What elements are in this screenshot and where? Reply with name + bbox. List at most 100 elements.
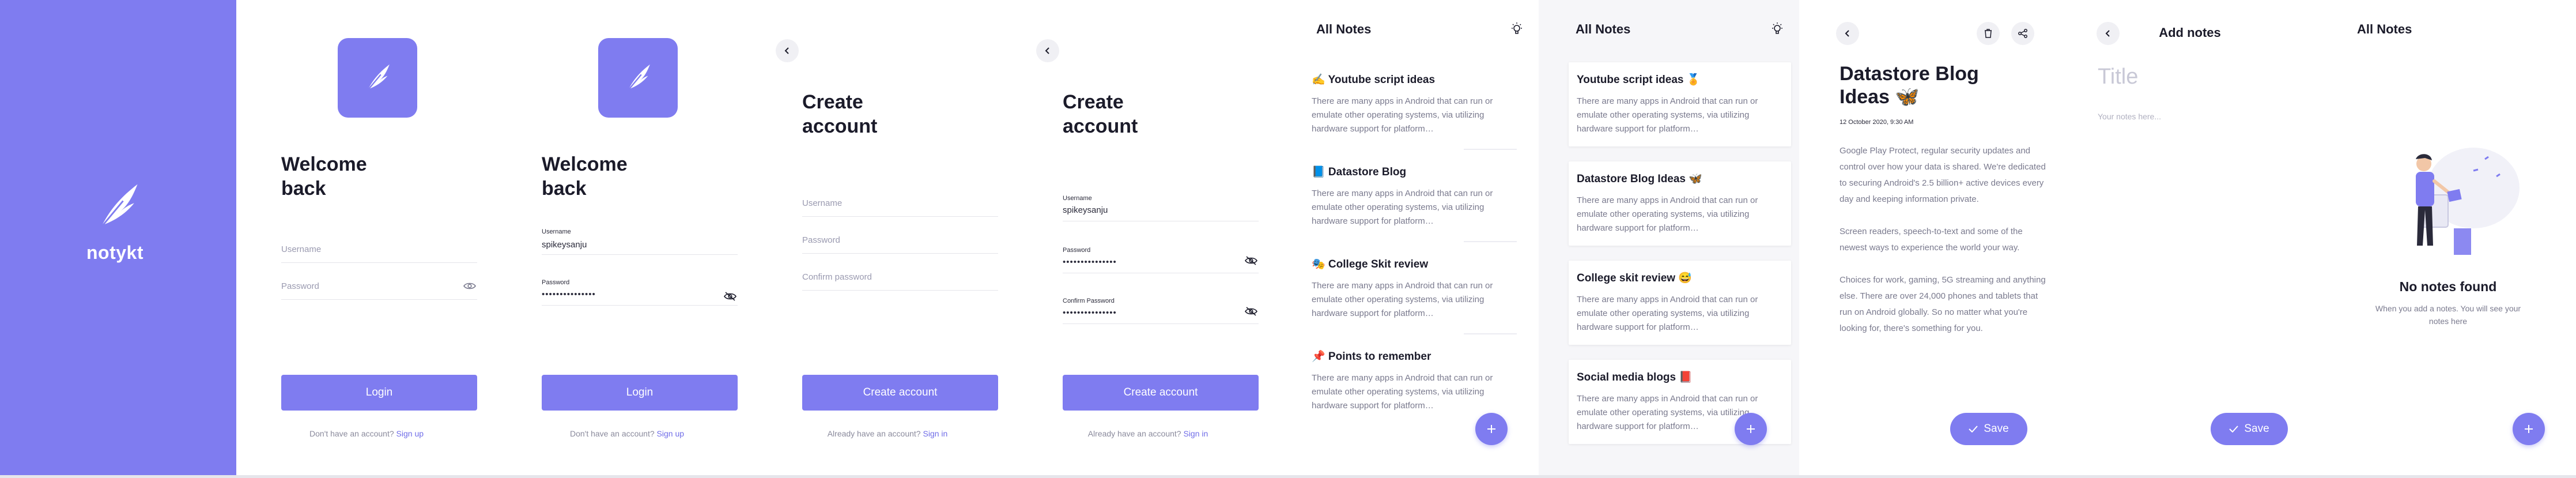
note-card[interactable]: 📌 Points to remember There are many apps… [1312, 349, 1519, 413]
confirm-password-field[interactable]: Confirm password [802, 271, 998, 291]
delete-button[interactable] [1977, 22, 2000, 45]
page-title: Welcome back [281, 153, 367, 200]
eye-off-icon[interactable] [723, 291, 738, 302]
add-note-button[interactable] [2513, 413, 2545, 445]
splash-screen: notykt [0, 0, 236, 475]
username-label: Username [542, 228, 571, 235]
note-title: Datastore Blog Ideas 🦋 [1577, 173, 1702, 185]
save-label: Save [1984, 423, 2009, 435]
note-title: Youtube script ideas 🏅 [1577, 74, 1701, 86]
signin-link[interactable]: Sign in [923, 429, 947, 438]
signin-prompt: Already have an account? Sign in [757, 429, 1018, 438]
signup-prompt: Don't have an account? Sign up [497, 429, 757, 438]
note-body: Google Play Protect, regular security up… [1840, 143, 2047, 353]
note-card[interactable]: Youtube script ideas 🏅 There are many ap… [1569, 62, 1791, 146]
eye-off-icon[interactable] [1244, 306, 1259, 317]
note-paragraph: Screen readers, speech-to-text and some … [1840, 227, 2023, 253]
signup-link[interactable]: Sign up [657, 429, 684, 438]
password-field[interactable]: Password [281, 279, 477, 300]
note-body-input[interactable]: Your notes here... [2098, 112, 2161, 121]
login-button[interactable]: Login [542, 375, 738, 411]
note-card[interactable]: College skit review 😅 There are many app… [1569, 261, 1791, 345]
app-logo [338, 38, 417, 118]
username-value: spikeysanju [1063, 205, 1108, 215]
back-button[interactable] [1836, 22, 1859, 45]
create-account-button[interactable]: Create account [802, 375, 998, 411]
note-title: Social media blogs 📕 [1577, 371, 1693, 383]
signin-prompt: Already have an account? Sign in [1018, 429, 1278, 438]
save-label: Save [2244, 423, 2269, 435]
back-button[interactable] [776, 39, 799, 62]
password-field[interactable]: Password [802, 234, 998, 254]
password-field[interactable]: Password ••••••••••••••• [1063, 247, 1259, 273]
bulb-icon[interactable] [1769, 21, 1785, 37]
username-value: spikeysanju [542, 240, 587, 250]
bulb-icon[interactable] [1509, 21, 1525, 37]
username-field[interactable]: Username spikeysanju [1063, 195, 1259, 221]
eye-icon[interactable] [462, 280, 477, 292]
note-body: There are many apps in Android that can … [1312, 373, 1493, 411]
save-button[interactable]: Save [2211, 413, 2288, 445]
signup-prompt: Don't have an account? Sign up [236, 429, 497, 438]
plus-icon [1487, 425, 1495, 433]
add-note-button[interactable] [1735, 413, 1767, 445]
create-account-button[interactable]: Create account [1063, 375, 1259, 411]
page-title: Add notes [2159, 25, 2221, 40]
note-title: College skit review 😅 [1577, 272, 1693, 284]
username-placeholder: Username [281, 244, 322, 254]
add-note-button[interactable] [1475, 413, 1508, 445]
signin-link[interactable]: Sign in [1183, 429, 1208, 438]
signup-prompt-text: Don't have an account? [309, 429, 394, 438]
username-field[interactable]: Username spikeysanju [542, 228, 738, 255]
note-title: 🎭 College Skit review [1312, 258, 1429, 270]
note-body: There are many apps in Android that can … [1312, 281, 1493, 318]
page-title: Create account [1063, 91, 1138, 137]
password-placeholder: Password [281, 281, 319, 291]
empty-notes-screen: All Notes No notes found When you add a … [2320, 0, 2576, 475]
username-label: Username [1063, 195, 1092, 202]
signup-link[interactable]: Sign up [396, 429, 424, 438]
note-body: There are many apps in Android that can … [1312, 96, 1493, 134]
back-button[interactable] [1036, 39, 1059, 62]
title-input[interactable]: Title [2098, 65, 2138, 89]
signup-screen: Create account Username Password Confirm… [757, 0, 1018, 475]
trash-icon [1985, 29, 1992, 38]
chevron-left-icon [1845, 30, 1849, 37]
username-field[interactable]: Username [802, 197, 998, 217]
page-title: Welcome back [542, 153, 628, 200]
share-button[interactable] [2011, 22, 2034, 45]
divider [1464, 333, 1517, 334]
login-button[interactable]: Login [281, 375, 477, 411]
note-card[interactable]: Datastore Blog Ideas 🦋 There are many ap… [1569, 161, 1791, 246]
username-field[interactable]: Username [281, 242, 477, 263]
brand-name: notykt [86, 242, 143, 263]
add-note-screen: Add notes Title Your notes here... Save [2060, 0, 2320, 475]
save-button[interactable]: Save [1950, 413, 2027, 445]
password-placeholder: Password [802, 235, 840, 245]
note-title: 📘 Datastore Blog [1312, 166, 1407, 178]
note-paragraph: Choices for work, gaming, 5G streaming a… [1840, 275, 2046, 333]
feather-icon [367, 64, 390, 91]
note-body: There are many apps in Android that can … [1577, 195, 1758, 233]
confirm-password-field[interactable]: Confirm Password ••••••••••••••• [1063, 298, 1259, 324]
page-title: Create account [802, 91, 878, 137]
note-paragraph: Google Play Protect, regular security up… [1840, 146, 2046, 204]
eye-off-icon[interactable] [1244, 255, 1259, 266]
page-title: All Notes [1316, 22, 1372, 36]
chevron-left-icon [784, 47, 789, 54]
password-field[interactable]: Password ••••••••••••••• [542, 279, 738, 306]
note-card[interactable]: 🎭 College Skit review There are many app… [1312, 257, 1519, 321]
confirm-password-placeholder: Confirm password [802, 272, 872, 282]
note-card[interactable]: ✍️ Youtube script ideas There are many a… [1312, 73, 1519, 136]
page-title: All Notes [1576, 22, 1631, 36]
empty-illustration [2416, 148, 2520, 255]
note-card[interactable]: 📘 Datastore Blog There are many apps in … [1312, 165, 1519, 228]
password-label: Password [1063, 247, 1091, 254]
confirm-password-label: Confirm Password [1063, 298, 1115, 304]
note-body: There are many apps in Android that can … [1577, 295, 1758, 332]
feather-icon [100, 184, 138, 228]
note-title: ✍️ Youtube script ideas [1312, 74, 1436, 86]
divider [1464, 241, 1517, 242]
confirm-password-value: ••••••••••••••• [1063, 308, 1117, 318]
note-title: Datastore Blog Ideas 🦋 [1840, 63, 1979, 108]
